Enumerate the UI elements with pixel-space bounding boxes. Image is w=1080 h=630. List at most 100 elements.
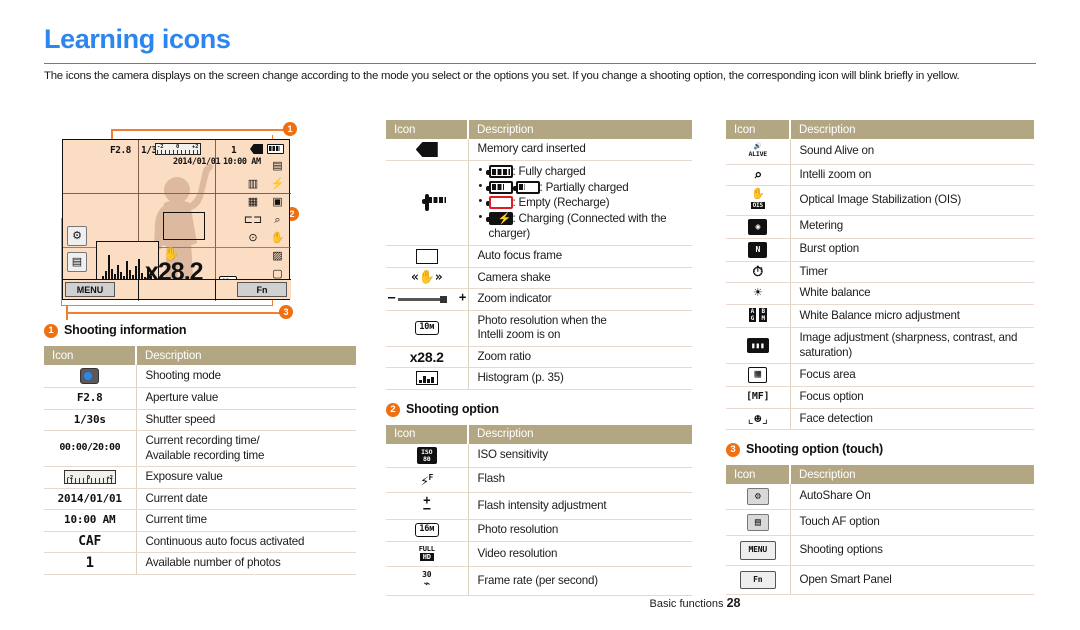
- menu-key-icon[interactable]: MENU: [739, 541, 776, 560]
- col-header-icon: Icon: [726, 120, 791, 139]
- desc-sound-alive: Sound Alive on: [790, 139, 1034, 165]
- icon-intelli-zoom: ⌕: [726, 164, 791, 186]
- col-header-icon: Icon: [726, 465, 791, 484]
- icon-timer: ⏱: [726, 261, 791, 283]
- table-row: ⚡F Flash: [386, 467, 692, 493]
- icon-zoom-indicator: – +: [386, 288, 469, 311]
- icon-fn-key: Fn: [726, 565, 791, 595]
- col-header-icon: Icon: [44, 346, 137, 365]
- desc-intelli-zoom: Intelli zoom on: [790, 164, 1034, 186]
- desc-date: Current date: [136, 488, 356, 510]
- icon-shooting-mode: [44, 365, 137, 388]
- col-header-icon: Icon: [386, 120, 469, 139]
- icon-resolution-10m: 10м: [386, 310, 469, 347]
- desc-iso: ISO sensitivity: [468, 443, 692, 468]
- table-row: ◉ Metering: [726, 215, 1034, 239]
- focus-area-icon: ▦: [748, 367, 768, 383]
- icon-date: 2014/01/01: [44, 488, 137, 510]
- icon-framerate: 30 ⌁: [386, 566, 469, 596]
- burst-icon: N: [748, 241, 768, 258]
- image-adjustment-icon: ▮▮▮: [746, 338, 769, 353]
- desc-shutter: Shutter speed: [136, 409, 356, 431]
- section-number-1: 1: [44, 324, 58, 338]
- table-row: – + Zoom indicator: [386, 288, 692, 311]
- lcd-fn-button[interactable]: Fn: [237, 282, 287, 297]
- table-row: 2014/01/01 Current date: [44, 488, 356, 510]
- callout-badge-3: 3: [279, 305, 293, 319]
- battery-one-bar-icon: [512, 180, 540, 194]
- table-row: 30 ⌁ Frame rate (per second): [386, 566, 692, 596]
- battery-charging-icon: ⚡: [485, 211, 513, 225]
- battery-empty-icon: [485, 196, 513, 210]
- timer-icon: ⏱: [752, 263, 764, 280]
- histogram-icon: [415, 371, 438, 385]
- section-label-2: Shooting option: [406, 401, 499, 416]
- bottom-sep-1: [138, 280, 139, 300]
- camera-lcd-screen: F2.8 1/30s -2 0 +2 1 2014/01/01 10:00 AM: [62, 139, 291, 301]
- icon-focus-option: [MF]: [726, 386, 791, 409]
- desc-white-balance: White balance: [790, 282, 1034, 305]
- table-header-row: Icon Description: [44, 346, 356, 365]
- icon-battery: [386, 160, 469, 246]
- list-item: ⚡: Charging (Connected with the charger): [478, 210, 689, 242]
- lcd-menu-button[interactable]: MENU: [65, 282, 115, 297]
- table-row: 16м Photo resolution: [386, 519, 692, 542]
- table-row: ☀ White balance: [726, 282, 1034, 305]
- desc-af-frame: Auto focus frame: [468, 245, 692, 268]
- table-row: ⌞☻⌟ Face detection: [726, 408, 1034, 430]
- page-title: Learning icons: [44, 24, 231, 54]
- footer-page-number: 28: [726, 596, 741, 610]
- table-shooting-option: Icon Description ISO 80 ISO sensitivity ⚡…: [386, 424, 692, 596]
- sound-alive-icon: 🔊 ALIVE: [748, 142, 768, 158]
- memory-card-icon: [415, 142, 438, 157]
- desc-ois: Optical Image Stabilization (OIS): [790, 185, 1034, 216]
- focus-area-icon: ▦: [247, 196, 259, 208]
- desc-aperture: Aperture value: [136, 387, 356, 410]
- desc-time: Current time: [136, 509, 356, 532]
- fn-key-icon[interactable]: Fn: [739, 570, 776, 589]
- camera-shake-icon: «✋»: [411, 269, 443, 285]
- lcd-exposure-bar: -2 0 +2: [155, 143, 201, 155]
- list-item: : Partially charged: [478, 179, 689, 196]
- icon-face-detection: ⌞☻⌟: [726, 408, 791, 430]
- section-label-1: Shooting information: [64, 323, 187, 337]
- desc-video-resolution: Video resolution: [468, 541, 692, 568]
- battery-full-icon: [485, 165, 513, 179]
- table-row: ✋ OIS Optical Image Stabilization (OIS): [726, 185, 1034, 216]
- af-frame-icon: [415, 248, 438, 264]
- battery-icon: [424, 193, 447, 211]
- white-balance-icon: ☀: [753, 285, 762, 301]
- table-row: ⌕ Intelli zoom on: [726, 164, 1034, 186]
- af-frame-icon: [163, 212, 205, 240]
- table-row: ⏱ Timer: [726, 261, 1034, 283]
- section-number-3: 3: [726, 443, 740, 457]
- table-row: ▦ Focus area: [726, 363, 1034, 387]
- table-shooting-information: Icon Description Shooting mode F2.8 Aper…: [44, 346, 356, 575]
- desc-zoom-ratio: Zoom ratio: [468, 346, 692, 368]
- touch-af-icon[interactable]: ▤: [746, 514, 769, 531]
- autoshare-icon[interactable]: ⚙: [67, 226, 87, 246]
- icon-caf: CAF: [44, 531, 137, 553]
- table-row: x28.2 Zoom ratio: [386, 346, 692, 368]
- desc-zoom-indicator: Zoom indicator: [468, 288, 692, 311]
- icon-sound-alive: 🔊 ALIVE: [726, 139, 791, 165]
- desc-wb-micro: White Balance micro adjustment: [790, 304, 1034, 328]
- table-screen-indicators: Icon Description Memory card inserted : …: [386, 120, 692, 390]
- framerate-icon: 30 ⌁: [422, 570, 432, 591]
- table-row: 1 Available number of photos: [44, 552, 356, 575]
- table-header-row: Icon Description: [726, 120, 1034, 139]
- autoshare-icon[interactable]: ⚙: [746, 488, 769, 505]
- right-column: Icon Description 🔊 ALIVE Sound Alive on ⌕…: [726, 120, 1034, 595]
- battery-two-bar-icon: [485, 180, 513, 194]
- plus-minus-icon: + –: [423, 492, 431, 515]
- desc-image-adjustment: Image adjustment (sharpness, contrast, a…: [790, 327, 1034, 364]
- intro-paragraph: The icons the camera displays on the scr…: [44, 70, 960, 82]
- table-row: ▤ Touch AF option: [726, 509, 1034, 536]
- intelli-zoom-icon: ⌕: [274, 214, 281, 226]
- table-shooting-option-icons: Icon Description 🔊 ALIVE Sound Alive on ⌕…: [726, 120, 1034, 430]
- icon-burst: N: [726, 238, 791, 262]
- desc-caf: Continuous auto focus activated: [136, 531, 356, 553]
- desc-flash-intensity: Flash intensity adjustment: [468, 492, 692, 521]
- touch-af-icon[interactable]: ▤: [67, 252, 87, 272]
